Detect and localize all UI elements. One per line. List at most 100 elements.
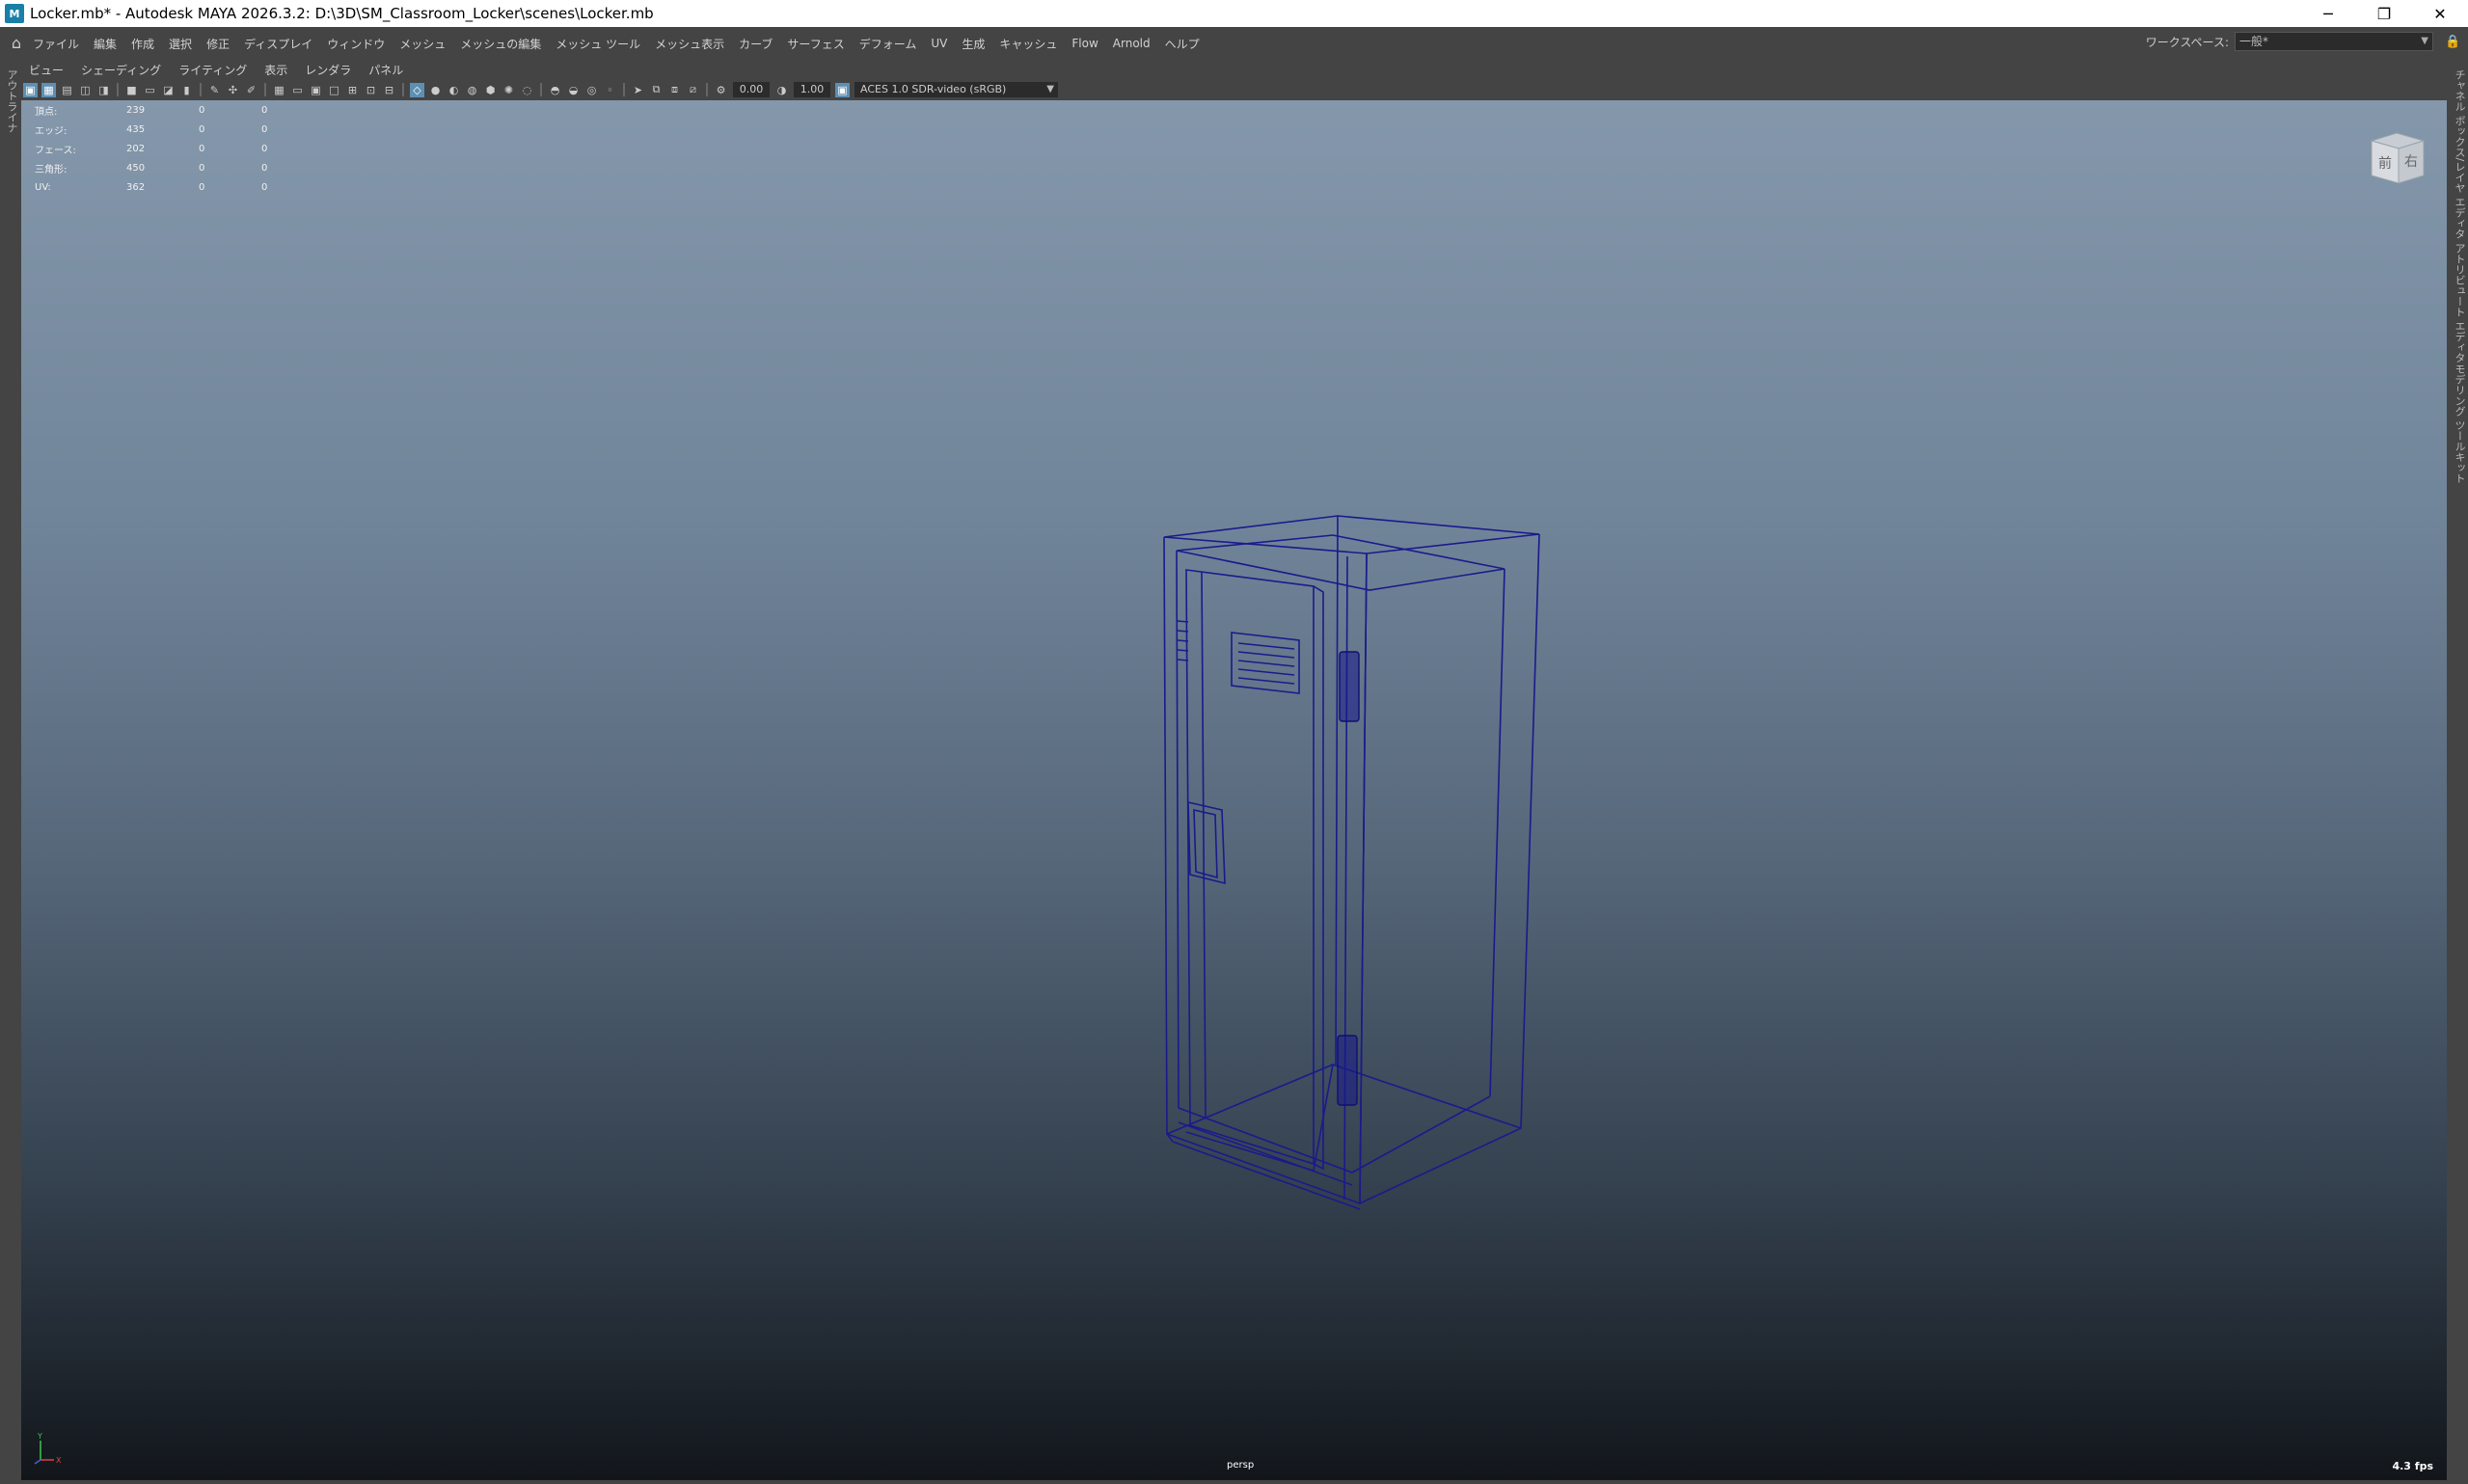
locker-wireframe[interactable] bbox=[21, 100, 2447, 1480]
restore-button[interactable]: ❐ bbox=[2356, 0, 2412, 27]
chevron-down-icon: ▼ bbox=[1046, 84, 1054, 94]
x-axis-label: X bbox=[56, 1456, 62, 1465]
default-material-icon[interactable]: ◐ bbox=[447, 83, 461, 97]
menu-mesh-tools[interactable]: メッシュ ツール bbox=[556, 36, 640, 52]
camera-icon[interactable]: ■ bbox=[124, 83, 139, 97]
gamma-icon[interactable]: ◑ bbox=[774, 83, 789, 97]
field-chart-icon[interactable]: ⊞ bbox=[345, 83, 360, 97]
vent-slat bbox=[1237, 677, 1295, 685]
menu-display[interactable]: ディスプレイ bbox=[244, 36, 312, 52]
perspective-viewport[interactable]: 頂点: 239 0 0 エッジ: 435 0 0 フェース: 202 0 0 三… bbox=[21, 100, 2447, 1480]
select-camera-icon[interactable]: ▣ bbox=[23, 82, 38, 97]
main-menu-bar: ⌂ ファイル 編集 作成 選択 修正 ディスプレイ ウィンドウ メッシュ メッシ… bbox=[0, 27, 2468, 60]
textured-icon[interactable]: ⬢ bbox=[483, 83, 498, 97]
menu-uv[interactable]: UV bbox=[931, 37, 947, 50]
xray-joints-icon[interactable]: ⧈ bbox=[667, 83, 682, 97]
image-plane-icon[interactable]: ◨ bbox=[96, 83, 111, 97]
title-bar: M Locker.mb* - Autodesk MAYA 2026.3.2: D… bbox=[0, 0, 2468, 27]
smooth-shade-icon[interactable]: ● bbox=[428, 83, 443, 97]
safe-title-icon[interactable]: ⊟ bbox=[382, 83, 396, 97]
menu-edit-mesh[interactable]: メッシュの編集 bbox=[460, 36, 541, 52]
camera-attributes-icon[interactable]: ▤ bbox=[60, 83, 74, 97]
view-transform-dropdown[interactable]: ACES 1.0 SDR-video (sRGB) ▼ bbox=[854, 82, 1058, 97]
wireframe-on-shaded-icon[interactable]: ◍ bbox=[465, 83, 479, 97]
menu-curves[interactable]: カーブ bbox=[739, 36, 773, 52]
separator bbox=[623, 83, 625, 96]
depth-of-field-icon[interactable]: ◦ bbox=[603, 83, 617, 97]
screen-space-ao-icon[interactable]: ◓ bbox=[548, 83, 562, 97]
workspace-label: ワークスペース: bbox=[2145, 35, 2229, 49]
menu-create[interactable]: 作成 bbox=[131, 36, 154, 52]
side-slit bbox=[1177, 620, 1189, 623]
vent-slat bbox=[1237, 668, 1295, 676]
menu-help[interactable]: ヘルプ bbox=[1165, 36, 1200, 52]
motion-blur-icon[interactable]: ◒ bbox=[566, 83, 581, 97]
menu-cache[interactable]: キャッシュ bbox=[999, 36, 1057, 52]
gate-mask-toggle-icon[interactable]: □ bbox=[327, 83, 341, 97]
menu-file[interactable]: ファイル bbox=[33, 36, 79, 52]
locker-top-face bbox=[1163, 515, 1540, 554]
grid-icon[interactable]: ✣ bbox=[226, 83, 240, 97]
panel-menu-panels[interactable]: パネル bbox=[368, 62, 403, 78]
menu-deform[interactable]: デフォーム bbox=[859, 36, 917, 52]
separator bbox=[200, 83, 202, 96]
vent-slat bbox=[1237, 642, 1295, 650]
menu-modify[interactable]: 修正 bbox=[206, 36, 230, 52]
outliner-tab[interactable]: アウトライナ bbox=[4, 69, 19, 133]
resolution-gate-icon[interactable]: ◪ bbox=[161, 83, 176, 97]
menu-generate[interactable]: 生成 bbox=[962, 36, 985, 52]
panel-menu-shading[interactable]: シェーディング bbox=[81, 62, 161, 78]
film-gate-icon[interactable]: ▭ bbox=[143, 83, 157, 97]
menu-mesh[interactable]: メッシュ bbox=[399, 36, 446, 52]
minimize-button[interactable]: ─ bbox=[2300, 0, 2356, 27]
gate-mask-icon[interactable]: ▮ bbox=[179, 83, 194, 97]
xray-active-icon[interactable]: ⧄ bbox=[686, 83, 700, 97]
panel-menu-lighting[interactable]: ライティング bbox=[178, 62, 247, 78]
menu-edit[interactable]: 編集 bbox=[94, 36, 117, 52]
view-cube[interactable]: 前 右 bbox=[2368, 129, 2427, 185]
grease-pencil-icon[interactable]: ✎ bbox=[207, 83, 222, 97]
panel-menu-renderer[interactable]: レンダラ bbox=[305, 62, 351, 78]
modeling-toolkit-tab[interactable]: モデリング ツールキット bbox=[2452, 364, 2467, 484]
menu-select[interactable]: 選択 bbox=[169, 36, 192, 52]
color-management-icon[interactable]: ▣ bbox=[835, 82, 850, 97]
panel-menu-show[interactable]: 表示 bbox=[264, 62, 287, 78]
isolate-select-icon[interactable]: ➤ bbox=[631, 83, 645, 97]
panel-menu-view[interactable]: ビュー bbox=[29, 62, 64, 78]
panel-toolbar: ▣ ▦ ▤ ◫ ◨ ■ ▭ ◪ ▮ ✎ ✣ ✐ ▦ ▭ ▣ □ ⊞ ⊡ ⊟ ◇ … bbox=[21, 79, 2447, 100]
gamma-field[interactable]: 1.00 bbox=[794, 82, 830, 97]
film-gate-toggle-icon[interactable]: ▭ bbox=[290, 83, 305, 97]
locker-inner-edge bbox=[1176, 550, 1180, 1109]
anti-aliasing-icon[interactable]: ◎ bbox=[584, 83, 599, 97]
home-icon[interactable]: ⌂ bbox=[8, 35, 25, 52]
attribute-editor-tab[interactable]: アトリビュート エディタ bbox=[2452, 243, 2467, 364]
use-all-lights-icon[interactable]: ✺ bbox=[502, 83, 516, 97]
channel-box-tab[interactable]: チャネル ボックス/レイヤ エディタ bbox=[2452, 69, 2467, 239]
xray-icon[interactable]: ⧉ bbox=[649, 83, 664, 97]
close-button[interactable]: ✕ bbox=[2412, 0, 2468, 27]
exposure-field[interactable]: 0.00 bbox=[733, 82, 770, 97]
menu-window[interactable]: ウィンドウ bbox=[327, 36, 385, 52]
wireframe-icon[interactable]: ◇ bbox=[410, 82, 424, 97]
exposure-icon[interactable]: ⚙ bbox=[714, 83, 728, 97]
y-axis-label: Y bbox=[37, 1432, 42, 1441]
bookmark-icon[interactable]: ◫ bbox=[78, 83, 93, 97]
safe-action-icon[interactable]: ⊡ bbox=[364, 83, 378, 97]
lock-camera-icon[interactable]: ▦ bbox=[41, 82, 56, 97]
menu-arnold[interactable]: Arnold bbox=[1113, 37, 1151, 50]
pen-icon[interactable]: ✐ bbox=[244, 83, 258, 97]
resolution-gate-toggle-icon[interactable]: ▣ bbox=[309, 83, 323, 97]
maya-app-icon[interactable]: M bbox=[5, 4, 24, 23]
lock-icon[interactable]: 🔒 bbox=[2445, 35, 2460, 50]
view-transform-value: ACES 1.0 SDR-video (sRGB) bbox=[860, 83, 1007, 95]
menu-mesh-display[interactable]: メッシュ表示 bbox=[655, 36, 724, 52]
menu-flow[interactable]: Flow bbox=[1071, 37, 1098, 50]
bottom-hinge bbox=[1337, 1035, 1358, 1106]
menu-surfaces[interactable]: サーフェス bbox=[787, 36, 844, 52]
top-hinge bbox=[1339, 651, 1360, 722]
separator bbox=[402, 83, 404, 96]
shadows-icon[interactable]: ◌ bbox=[520, 83, 534, 97]
workspace-dropdown[interactable]: 一般* ▼ bbox=[2235, 32, 2433, 51]
grid-toggle-icon[interactable]: ▦ bbox=[272, 83, 286, 97]
cube-front-label: 前 bbox=[2378, 155, 2392, 172]
